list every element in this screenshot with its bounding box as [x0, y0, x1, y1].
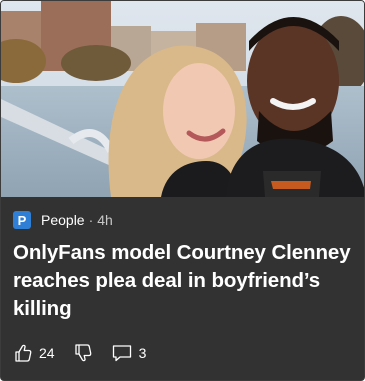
- source-row[interactable]: P People · 4h: [13, 210, 113, 230]
- headline[interactable]: OnlyFans model Courtney Clenney reaches …: [13, 239, 358, 323]
- thumbs-up-icon: [15, 344, 32, 362]
- separator-dot: ·: [88, 212, 94, 228]
- source-name[interactable]: People: [41, 212, 85, 228]
- like-button[interactable]: 24: [13, 343, 55, 363]
- like-count: 24: [39, 345, 55, 361]
- comment-button[interactable]: 3: [111, 343, 147, 363]
- action-bar: 24 3: [13, 341, 164, 365]
- dislike-button[interactable]: [73, 343, 93, 363]
- photo-illustration: [1, 1, 364, 197]
- comment-count: 3: [138, 345, 147, 361]
- article-photo[interactable]: [1, 1, 364, 197]
- comment-icon: [112, 345, 131, 362]
- news-card[interactable]: P People · 4h OnlyFans model Courtney Cl…: [0, 0, 365, 381]
- source-logo: P: [13, 211, 31, 229]
- publish-time: 4h: [97, 212, 113, 228]
- thumbs-down-icon: [74, 344, 91, 362]
